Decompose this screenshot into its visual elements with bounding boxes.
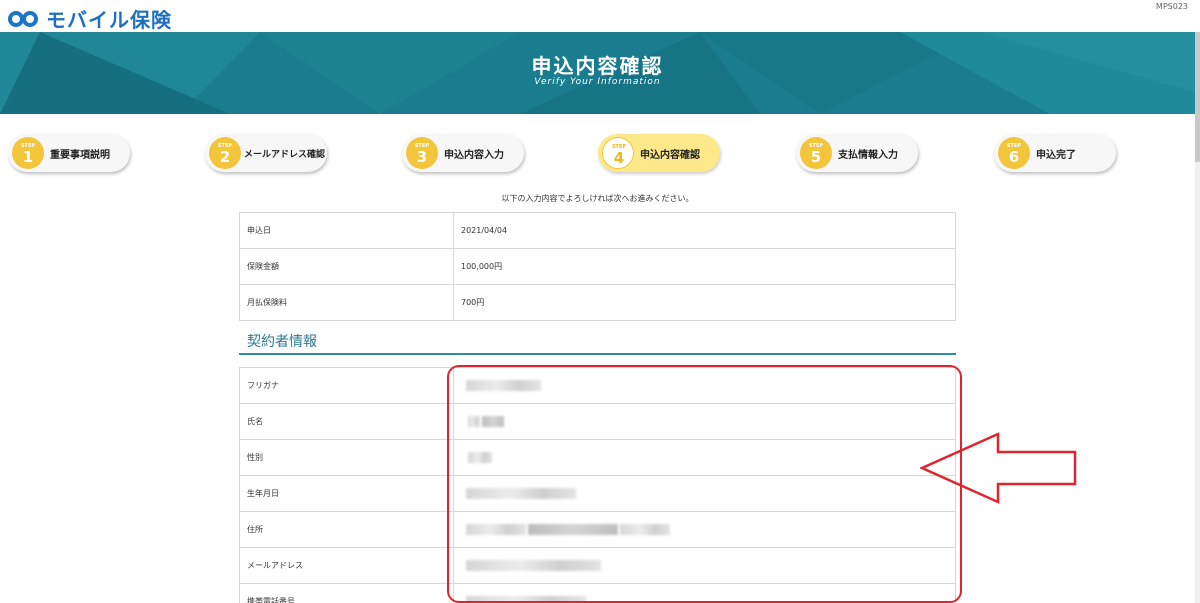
row-value: 2021/04/04: [461, 226, 508, 235]
highlight-box: [447, 365, 962, 603]
row-value: 700円: [461, 298, 485, 307]
logo-text: モバイル保険: [46, 8, 172, 32]
row-key: メールアドレス: [240, 548, 454, 583]
instruction-text: 以下の入力内容でよろしければ次へお進みください。: [501, 194, 694, 203]
brand-logo[interactable]: モバイル保険: [8, 4, 172, 33]
table-row: 申込日 2021/04/04: [240, 213, 955, 249]
step-2-label: メールアドレス確認: [244, 149, 326, 160]
page-title: 申込内容確認: [531, 54, 664, 78]
section-title: 契約者情報: [247, 334, 317, 350]
step-1-label: 重要事項説明: [50, 149, 110, 161]
scrollbar-thumb[interactable]: [1195, 32, 1200, 162]
step-4-label: 申込内容確認: [640, 149, 700, 161]
step-4: STEP 4 申込内容確認: [598, 134, 720, 172]
table-row: 月払保険料 700円: [240, 285, 955, 321]
step-6-badge: STEP 6: [998, 137, 1030, 169]
step-5-label: 支払情報入力: [838, 149, 898, 161]
row-key: 住所: [240, 512, 454, 547]
step-5: STEP 5 支払情報入力: [796, 134, 918, 172]
row-key: 携帯電話番号: [240, 584, 454, 603]
step-2: STEP 2 メールアドレス確認: [205, 134, 327, 172]
row-key: 申込日: [240, 213, 454, 248]
page-subtitle: Verify Your Information: [534, 77, 661, 87]
step-6-label: 申込完了: [1036, 149, 1076, 161]
step-6: STEP 6 申込完了: [994, 134, 1116, 172]
row-key: 生年月日: [240, 476, 454, 511]
logo-mark-icon: [8, 9, 42, 29]
top-bar: モバイル保険 MPS023: [0, 0, 1200, 32]
row-key: 氏名: [240, 404, 454, 439]
row-key: 保険金額: [240, 249, 454, 284]
table-row: 保険金額 100,000円: [240, 249, 955, 285]
row-key: 月払保険料: [240, 285, 454, 320]
step-2-badge: STEP 2: [209, 137, 241, 169]
vertical-scrollbar[interactable]: [1195, 32, 1200, 603]
hero-banner: 申込内容確認 Verify Your Information: [0, 32, 1195, 114]
step-4-badge: STEP 4: [602, 137, 634, 169]
step-1: STEP 1 重要事項説明: [8, 134, 130, 172]
left-arrow-icon: [920, 432, 1077, 504]
row-value: 100,000円: [461, 262, 503, 271]
step-progress: STEP 1 重要事項説明 STEP 2 メールアドレス確認 STEP 3 申込内容入…: [0, 130, 1195, 176]
section-heading: 契約者情報: [239, 328, 956, 355]
step-3: STEP 3 申込内容入力: [402, 134, 524, 172]
step-3-badge: STEP 3: [406, 137, 438, 169]
step-3-label: 申込内容入力: [444, 149, 504, 161]
screen-id: MPS023: [1155, 2, 1188, 11]
step-5-badge: STEP 5: [800, 137, 832, 169]
row-key: フリガナ: [240, 368, 454, 403]
step-1-badge: STEP 1: [12, 137, 44, 169]
row-key: 性別: [240, 440, 454, 475]
summary-table: 申込日 2021/04/04 保険金額 100,000円 月払保険料 700円: [239, 212, 956, 321]
